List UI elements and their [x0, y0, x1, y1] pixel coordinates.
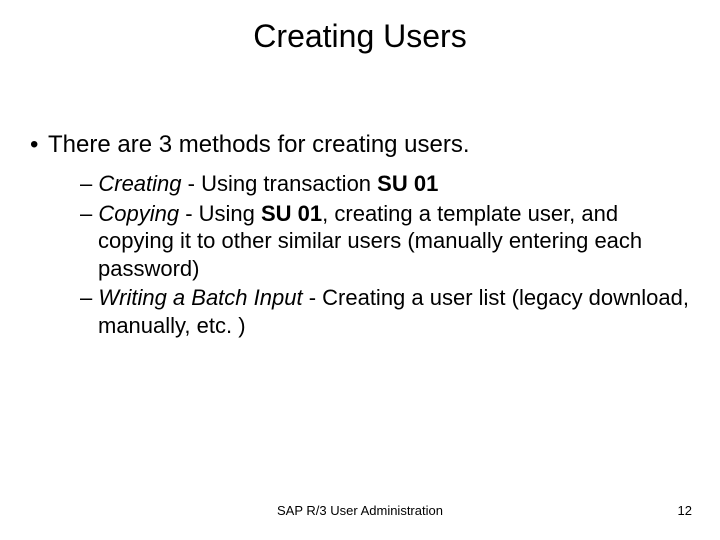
- tx-code: SU 01: [261, 201, 322, 226]
- method-desc: - Using transaction: [182, 171, 378, 196]
- page-number: 12: [678, 503, 692, 518]
- dash-icon: –: [80, 201, 98, 226]
- bullet-level1: •There are 3 methods for creating users.: [30, 130, 690, 160]
- bullet-level2-item: – Creating - Using transaction SU 01: [80, 170, 690, 198]
- tx-code: SU 01: [377, 171, 438, 196]
- footer-center-text: SAP R/3 User Administration: [0, 503, 720, 518]
- dash-icon: –: [80, 285, 98, 310]
- method-name: Copying: [98, 201, 179, 226]
- bullet-level2-item: – Writing a Batch Input - Creating a use…: [80, 284, 690, 339]
- slide-title: Creating Users: [0, 0, 720, 55]
- bullet-level1-text: There are 3 methods for creating users.: [48, 131, 470, 158]
- slide: Creating Users •There are 3 methods for …: [0, 0, 720, 540]
- slide-body: •There are 3 methods for creating users.…: [30, 130, 690, 341]
- method-desc: - Using: [179, 201, 261, 226]
- bullet-level2-item: – Copying - Using SU 01, creating a temp…: [80, 200, 690, 283]
- method-name: Creating: [98, 171, 181, 196]
- dash-icon: –: [80, 171, 98, 196]
- method-name: Writing a Batch Input: [98, 285, 302, 310]
- bullet-dot-icon: •: [30, 130, 48, 160]
